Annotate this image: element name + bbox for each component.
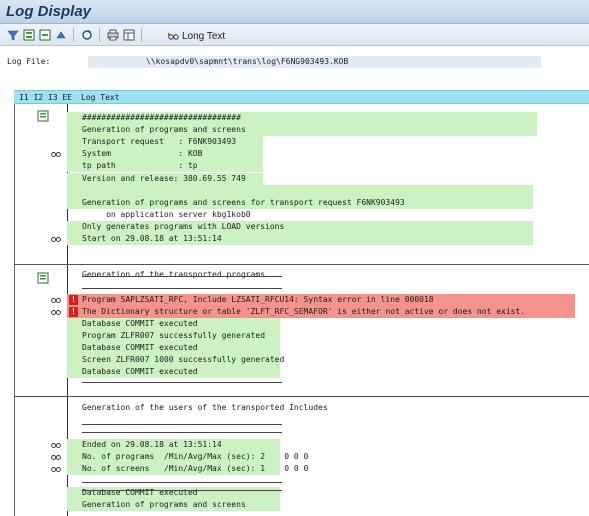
log-row[interactable] — [14, 257, 589, 269]
title-bar: Log Display — [0, 0, 589, 24]
log-text: Generation of programs and screens — [82, 125, 246, 135]
glasses-icon[interactable] — [51, 150, 61, 158]
glasses-icon[interactable] — [51, 235, 61, 243]
log-row[interactable]: tp path : tp — [14, 160, 589, 173]
glasses-icon[interactable] — [51, 465, 61, 473]
log-text: on application server kbg1kob0 — [82, 209, 251, 219]
layout-icon[interactable] — [122, 28, 136, 42]
heading-underline — [82, 288, 282, 289]
log-row[interactable]: Generation of programs and screens for t… — [14, 196, 589, 209]
glasses-icon[interactable] — [51, 453, 61, 461]
log-row[interactable] — [14, 184, 589, 197]
long-text-label: Long Text — [182, 30, 226, 42]
log-text: Screen ZLFR007 1000 successfully generat… — [82, 355, 285, 364]
log-row[interactable]: ################################# — [14, 112, 589, 124]
log-row[interactable]: Version and release: 380.69.55 749 — [14, 172, 589, 185]
log-row[interactable]: Program ZLFR007 successfully generated — [14, 329, 589, 342]
log-text: tp path : tp — [82, 161, 198, 171]
log-row[interactable]: No. of screens /Min/Avg/Max (sec): 1 0 0… — [14, 462, 589, 475]
level-columns: I1 I2 I3 EE — [19, 93, 72, 102]
log-text: Database COMMIT executed — [82, 342, 198, 352]
log-row[interactable]: Transport request : F6NK903493 — [14, 136, 589, 149]
log-row[interactable]: Generation of programs and screens — [14, 124, 589, 137]
log-text: Generation of programs and screens for t… — [82, 197, 405, 207]
log-text: Version and release: 380.69.55 749 — [82, 173, 246, 183]
log-text: Transport request : F6NK903493 — [82, 137, 237, 147]
toolbar: Long Text — [0, 24, 589, 46]
log-text-column: Log Text — [81, 93, 120, 102]
column-header: I1 I2 I3 EE Log Text — [14, 90, 589, 104]
log-row[interactable] — [14, 245, 589, 257]
log-text: Ended on 29.08.18 at 13:51:14 — [82, 439, 222, 449]
log-row[interactable]: No. of programs /Min/Avg/Max (sec): 2 0 … — [14, 450, 589, 463]
log-row[interactable]: Generation of programs and screens — [14, 499, 589, 512]
log-row[interactable]: Database COMMIT executed — [14, 487, 589, 500]
log-text: ################################# — [82, 113, 241, 122]
log-text: Generation of programs and screens — [82, 500, 246, 510]
glasses-icon[interactable] — [51, 296, 61, 304]
log-text: Database COMMIT executed — [82, 367, 198, 377]
toolbar-separator — [99, 28, 100, 42]
log-row[interactable]: System : KOB — [14, 148, 589, 161]
up-icon[interactable] — [54, 28, 68, 42]
log-text: Generation of the transported programs — [82, 270, 266, 280]
log-text: Start on 29.08.18 at 13:51:14 — [82, 234, 222, 243]
print-icon[interactable] — [106, 28, 120, 42]
log-text: No. of programs /Min/Avg/Max (sec): 2 0 … — [82, 451, 309, 461]
log-file-path: \\kosapdv0\sapmnt\trans\log\F6NG903493.K… — [88, 56, 541, 68]
log-text: Only generates programs with LOAD versio… — [82, 221, 285, 231]
log-row[interactable] — [14, 475, 589, 487]
row-highlight — [67, 184, 533, 197]
log-file-row: Log File: \\kosapdv0\sapmnt\trans\log\F6… — [0, 55, 589, 69]
column-header-lead — [0, 90, 14, 104]
log-text: Program SAPLZSATI_RFC, Include LZSATI_RF… — [82, 294, 434, 304]
log-row[interactable]: Ended on 29.08.18 at 13:51:14 — [14, 438, 589, 451]
log-row[interactable]: Database COMMIT executed — [14, 366, 589, 379]
error-icon: ! — [69, 294, 78, 305]
filter-icon[interactable] — [6, 28, 20, 42]
glasses-icon[interactable] — [51, 308, 61, 316]
refresh-icon[interactable] — [80, 28, 94, 42]
error-icon: ! — [69, 306, 78, 317]
log-row[interactable] — [14, 390, 589, 402]
log-text: Database COMMIT executed — [82, 318, 198, 328]
log-text: System : KOB — [82, 149, 203, 159]
log-row[interactable]: ! Program SAPLZSATI_RFC, Include LZSATI_R… — [14, 293, 589, 306]
log-row[interactable]: Database COMMIT executed — [14, 317, 589, 330]
heading-underline — [82, 490, 282, 491]
collapse-icon[interactable] — [38, 28, 52, 42]
heading-underline — [82, 482, 282, 483]
log-row[interactable]: ! The Dictionary structure or table 'ZLFT… — [14, 305, 589, 318]
window-title: Log Display — [6, 3, 92, 20]
log-row[interactable]: Screen ZLFR007 1000 successfully generat… — [14, 354, 589, 366]
toolbar-separator — [141, 28, 142, 42]
log-text: Program ZLFR007 successfully generated — [82, 330, 266, 340]
heading-underline — [82, 432, 282, 433]
log-row[interactable] — [14, 378, 589, 390]
log-row[interactable]: Start on 29.08.18 at 13:51:14 — [14, 233, 589, 245]
glasses-icon[interactable] — [51, 441, 61, 449]
log-grid: ################################# Generat… — [14, 104, 589, 516]
log-text: The Dictionary structure or table 'ZLFT_… — [82, 306, 526, 316]
expand-icon[interactable] — [22, 28, 36, 42]
heading-underline — [82, 382, 282, 383]
log-row[interactable]: Only generates programs with LOAD versio… — [14, 220, 589, 233]
log-file-label: Log File: — [7, 57, 51, 66]
log-row[interactable]: Generation of the users of the transport… — [14, 402, 589, 414]
toolbar-separator — [73, 28, 74, 42]
log-text: Generation of the users of the transport… — [82, 403, 328, 413]
log-row[interactable]: on application server kbg1kob0 — [14, 209, 589, 221]
long-text-button[interactable]: Long Text — [168, 29, 225, 43]
heading-underline — [82, 276, 282, 277]
glasses-icon — [168, 32, 179, 40]
log-text: No. of screens /Min/Avg/Max (sec): 1 0 0… — [82, 463, 309, 473]
log-row[interactable]: Database COMMIT executed — [14, 341, 589, 354]
heading-underline — [82, 424, 282, 425]
